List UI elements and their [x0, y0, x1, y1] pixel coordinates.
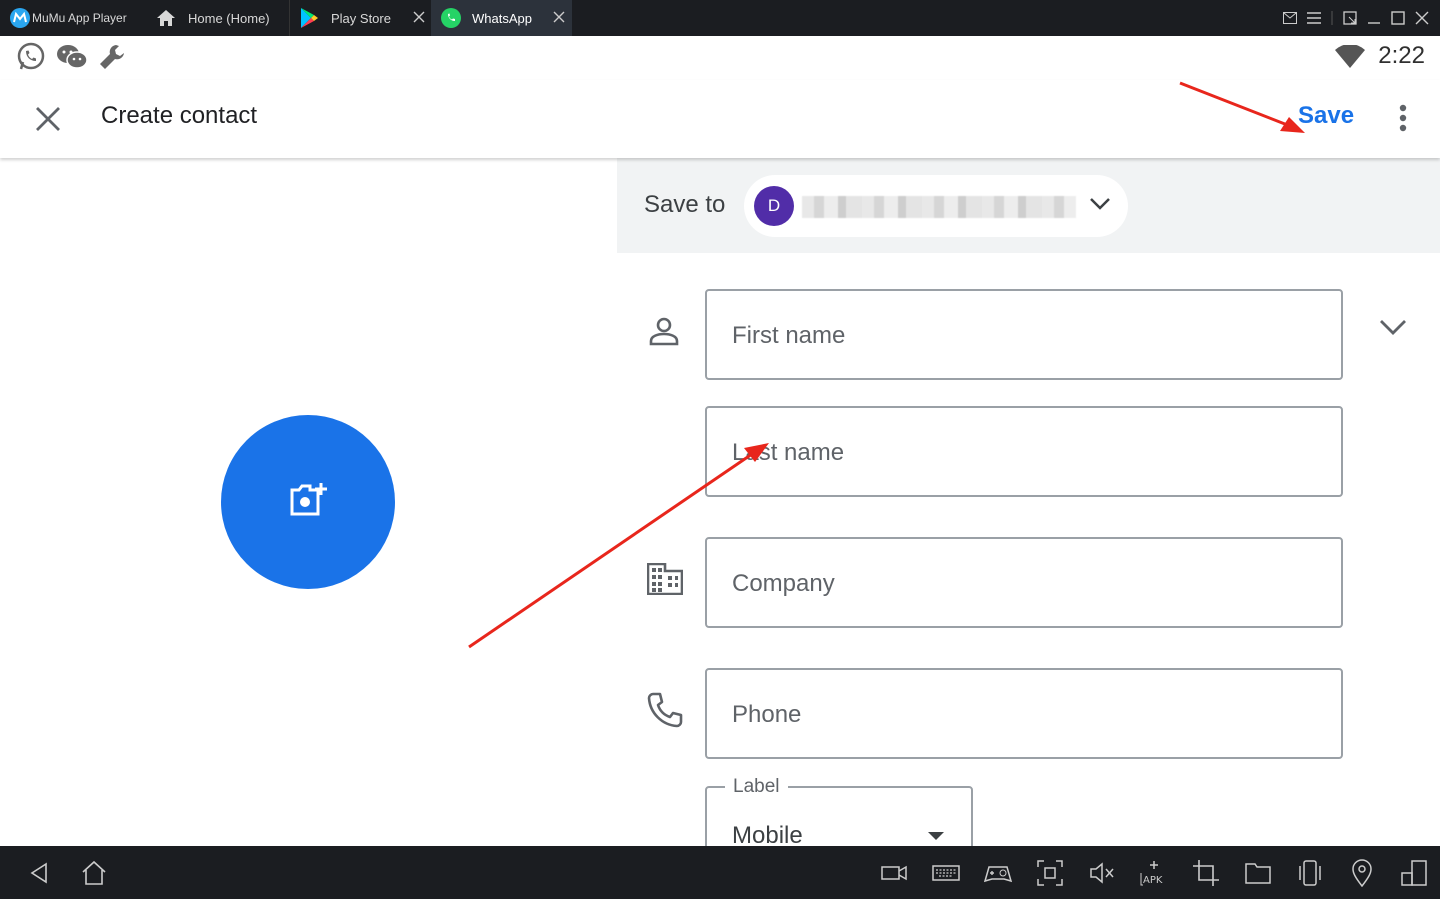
- business-icon: [646, 562, 684, 600]
- separator: [1326, 0, 1338, 36]
- more-options-icon[interactable]: [1396, 104, 1410, 139]
- wrench-icon: [97, 42, 127, 77]
- company-placeholder: Company: [732, 570, 835, 597]
- wifi-icon: [1334, 44, 1366, 74]
- last-name-placeholder: Last name: [732, 439, 845, 466]
- company-field[interactable]: Company: [705, 537, 1343, 628]
- mail-icon[interactable]: [1278, 0, 1302, 36]
- whatsapp-notification-icon: [15, 41, 47, 78]
- play-store-icon: [299, 7, 319, 29]
- close-tab-icon[interactable]: [552, 10, 566, 24]
- tab-whatsapp[interactable]: WhatsApp: [431, 0, 572, 36]
- home-icon[interactable]: [80, 859, 108, 887]
- account-avatar: D: [754, 186, 794, 226]
- save-button[interactable]: Save: [1298, 102, 1354, 130]
- close-tab-icon[interactable]: [412, 10, 426, 24]
- blurred-account-email: [802, 196, 1076, 218]
- emulator-title-bar: MuMu App Player Home (Home) Play Store W…: [0, 0, 1440, 36]
- phone-field[interactable]: Phone: [705, 668, 1343, 759]
- page-title: Create contact: [101, 102, 258, 129]
- first-name-field[interactable]: First name: [705, 289, 1343, 380]
- add-photo-icon: [288, 482, 328, 523]
- install-apk-icon[interactable]: APK: [1140, 859, 1168, 887]
- screenshot-icon[interactable]: [1036, 859, 1064, 887]
- tab-mumu-app-player[interactable]: MuMu App Player: [0, 0, 145, 36]
- tab-label: Play Store: [331, 10, 391, 26]
- mute-icon[interactable]: [1088, 859, 1116, 887]
- menu-icon[interactable]: [1302, 0, 1326, 36]
- gamepad-icon[interactable]: [983, 859, 1013, 887]
- emulator-bottom-toolbar: APK: [0, 846, 1440, 899]
- android-status-bar: 2:22: [0, 36, 1440, 80]
- account-selector[interactable]: D: [744, 175, 1128, 237]
- person-icon: [648, 315, 680, 352]
- window-controls: [1278, 0, 1440, 36]
- phone-placeholder: Phone: [732, 701, 802, 728]
- folder-icon[interactable]: [1244, 859, 1272, 887]
- save-to-label: Save to: [644, 191, 726, 218]
- back-icon[interactable]: [26, 859, 54, 887]
- tab-home[interactable]: Home (Home): [145, 0, 289, 36]
- add-photo-button[interactable]: [221, 415, 395, 589]
- first-name-placeholder: First name: [732, 322, 846, 349]
- label-legend: Label: [725, 776, 788, 798]
- tab-label: Home (Home): [188, 10, 270, 26]
- save-to-section: Save to D: [617, 158, 1440, 253]
- clock: 2:22: [1378, 42, 1425, 69]
- keyboard-icon[interactable]: [932, 859, 960, 887]
- home-icon: [156, 9, 176, 27]
- shake-icon[interactable]: [1296, 859, 1324, 887]
- location-icon[interactable]: [1348, 859, 1376, 888]
- tab-label: MuMu App Player: [32, 11, 127, 25]
- tab-label: WhatsApp: [472, 10, 532, 26]
- maximize-icon[interactable]: [1386, 0, 1410, 36]
- whatsapp-icon: [440, 7, 462, 29]
- expand-name-fields-icon[interactable]: [1379, 318, 1407, 341]
- tab-play-store[interactable]: Play Store: [289, 0, 432, 36]
- wechat-notification-icon: [56, 43, 88, 76]
- close-icon[interactable]: [35, 106, 61, 137]
- svg-text:APK: APK: [1143, 875, 1163, 886]
- video-record-icon[interactable]: [880, 859, 908, 887]
- mumu-logo-icon: [10, 8, 30, 28]
- restore-icon[interactable]: [1338, 0, 1362, 36]
- multi-window-icon[interactable]: [1400, 859, 1428, 887]
- dropdown-arrow-icon: [928, 832, 944, 840]
- phone-icon: [647, 692, 683, 733]
- minimize-icon[interactable]: [1362, 0, 1386, 36]
- last-name-field[interactable]: Last name: [705, 406, 1343, 497]
- crop-icon[interactable]: [1192, 859, 1220, 887]
- app-bar: Create contact Save: [0, 80, 1440, 158]
- close-window-icon[interactable]: [1410, 0, 1434, 36]
- chevron-down-icon: [1089, 197, 1111, 216]
